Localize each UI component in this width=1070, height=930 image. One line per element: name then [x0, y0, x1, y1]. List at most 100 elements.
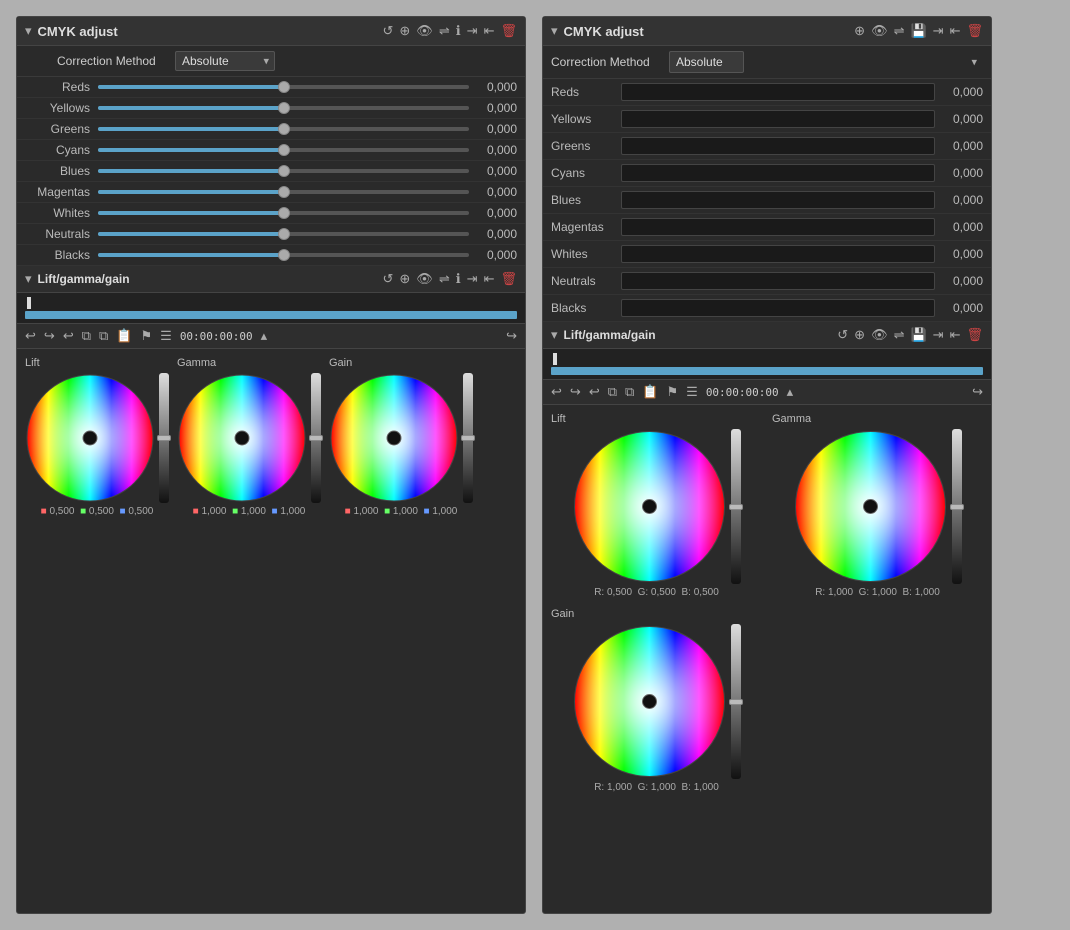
right-sliders-icon[interactable]: ⇌ — [894, 23, 905, 39]
reset-icon[interactable]: ↺ — [382, 23, 393, 39]
liftgamma-info-icon[interactable]: ℹ — [456, 271, 461, 287]
right-toolbar-bars-icon[interactable]: ☰ — [686, 384, 698, 400]
liftgamma-collapse-icon[interactable]: ▾ — [25, 271, 32, 287]
slider-label-blues: Blues — [25, 164, 90, 178]
right-gain-color-wheel[interactable] — [572, 624, 727, 779]
right-lift-color-wheel[interactable] — [572, 429, 727, 584]
right-bar-blues[interactable] — [621, 191, 935, 209]
liftgamma-eye-icon[interactable]: 👁 — [416, 271, 433, 287]
right-bar-neutrals[interactable] — [621, 272, 935, 290]
right-eye-icon[interactable]: 👁 — [871, 23, 888, 39]
right-expand2-icon[interactable]: ⇤ — [950, 23, 961, 39]
right-liftgamma-collapse-icon[interactable]: ▾ — [551, 327, 558, 343]
eye-icon[interactable]: 👁 — [416, 23, 433, 39]
right-timeline-bar[interactable] — [551, 367, 983, 375]
toolbar-flag-icon[interactable]: ⚑ — [141, 328, 153, 344]
right-liftgamma-zoom-icon[interactable]: ⊕ — [854, 327, 865, 343]
slider-track-whites[interactable] — [98, 211, 469, 215]
right-toolbar-link-icon[interactable]: ⧉ — [608, 384, 617, 400]
right-liftgamma-expand1-icon[interactable]: ⇥ — [933, 327, 944, 343]
right-liftgamma-trash-icon[interactable]: 🗑 — [966, 327, 983, 343]
toolbar-paste-icon[interactable]: 📋 — [116, 328, 132, 344]
sliders-icon[interactable]: ⇌ — [439, 23, 450, 39]
right-lift-vertical-slider[interactable] — [731, 429, 741, 584]
right-liftgamma-reset-icon[interactable]: ↺ — [837, 327, 848, 343]
toolbar-chevron-icon[interactable]: ▴ — [261, 328, 268, 344]
right-bar-reds[interactable] — [621, 83, 935, 101]
slider-track-cyans[interactable] — [98, 148, 469, 152]
toolbar-copy2-icon[interactable]: ↩ — [63, 328, 74, 344]
liftgamma-sliders-icon[interactable]: ⇌ — [439, 271, 450, 287]
gain-color-wheel[interactable] — [329, 373, 459, 503]
right-bar-cyans[interactable] — [621, 164, 935, 182]
liftgamma-zoom-icon[interactable]: ⊕ — [399, 271, 410, 287]
right-correction-method-select[interactable]: Absolute Relative — [669, 51, 744, 73]
liftgamma-expand1-icon[interactable]: ⇥ — [467, 271, 478, 287]
toolbar-undo-icon[interactable]: ↩ — [25, 328, 36, 344]
right-liftgamma-eye-icon[interactable]: 👁 — [871, 327, 888, 343]
gamma-color-wheel[interactable] — [177, 373, 307, 503]
liftgamma-reset-icon[interactable]: ↺ — [382, 271, 393, 287]
right-bar-yellows[interactable] — [621, 110, 935, 128]
right-timeline-section — [543, 349, 991, 380]
slider-track-magentas[interactable] — [98, 190, 469, 194]
right-toolbar-copy-icon[interactable]: ⧉ — [625, 384, 634, 400]
right-bar-greens[interactable] — [621, 137, 935, 155]
slider-label-whites: Whites — [25, 206, 90, 220]
right-toolbar-copy2-icon[interactable]: ↩ — [589, 384, 600, 400]
right-liftgamma-sliders-icon[interactable]: ⇌ — [894, 327, 905, 343]
slider-track-blacks[interactable] — [98, 253, 469, 257]
info-icon[interactable]: ℹ — [456, 23, 461, 39]
toolbar-bars-icon[interactable]: ☰ — [160, 328, 172, 344]
trash-icon[interactable]: 🗑 — [500, 23, 517, 39]
right-toolbar-paste-icon[interactable]: 📋 — [642, 384, 658, 400]
toolbar-link-icon[interactable]: ⧉ — [82, 328, 91, 344]
correction-method-select-wrapper[interactable]: Absolute Relative — [175, 51, 275, 71]
liftgamma-trash-icon[interactable]: 🗑 — [500, 271, 517, 287]
right-liftgamma-title: Lift/gamma/gain — [564, 328, 832, 342]
right-gamma-vertical-slider[interactable] — [952, 429, 962, 584]
right-correction-method-select-wrapper[interactable]: Absolute Relative — [669, 51, 983, 73]
right-toolbar-chevron-icon[interactable]: ▴ — [787, 384, 794, 400]
gain-vertical-slider[interactable] — [463, 373, 473, 503]
lift-vertical-slider[interactable] — [159, 373, 169, 503]
slider-label-magentas: Magentas — [25, 185, 90, 199]
expand1-icon[interactable]: ⇥ — [467, 23, 478, 39]
right-gamma-color-wheel[interactable] — [793, 429, 948, 584]
right-bar-blacks[interactable] — [621, 299, 935, 317]
liftgamma-expand2-icon[interactable]: ⇤ — [484, 271, 495, 287]
right-liftgamma-expand2-icon[interactable]: ⇤ — [950, 327, 961, 343]
right-bar-whites[interactable] — [621, 245, 935, 263]
right-trash-icon[interactable]: 🗑 — [966, 23, 983, 39]
right-zoom-icon[interactable]: ⊕ — [854, 23, 865, 39]
expand2-icon[interactable]: ⇤ — [484, 23, 495, 39]
toolbar-copy-icon[interactable]: ⧉ — [99, 328, 108, 344]
right-lift-wheel-slider — [572, 429, 741, 584]
gamma-vertical-slider[interactable] — [311, 373, 321, 503]
slider-track-blues[interactable] — [98, 169, 469, 173]
right-row-whites: Whites 0,000 — [543, 241, 991, 268]
right-toolbar-redo2-icon[interactable]: ↪ — [972, 384, 983, 400]
timeline-bar[interactable] — [25, 311, 517, 319]
slider-row-neutrals: Neutrals 0,000 — [17, 224, 525, 245]
toolbar-redo2-icon[interactable]: ↪ — [506, 328, 517, 344]
right-collapse-icon[interactable]: ▾ — [551, 23, 558, 39]
slider-track-yellows[interactable] — [98, 106, 469, 110]
right-save-icon[interactable]: 💾 — [910, 23, 926, 39]
right-expand1-icon[interactable]: ⇥ — [933, 23, 944, 39]
right-bar-magentas[interactable] — [621, 218, 935, 236]
right-liftgamma-save-icon[interactable]: 💾 — [910, 327, 926, 343]
slider-track-greens[interactable] — [98, 127, 469, 131]
slider-label-reds: Reds — [25, 80, 90, 94]
lift-color-wheel[interactable] — [25, 373, 155, 503]
correction-method-select[interactable]: Absolute Relative — [175, 51, 275, 71]
right-gain-vertical-slider[interactable] — [731, 624, 741, 779]
right-toolbar-undo-icon[interactable]: ↩ — [551, 384, 562, 400]
slider-track-neutrals[interactable] — [98, 232, 469, 236]
zoom-icon[interactable]: ⊕ — [399, 23, 410, 39]
slider-track-reds[interactable] — [98, 85, 469, 89]
toolbar-redo-icon[interactable]: ↪ — [44, 328, 55, 344]
right-toolbar-redo-icon[interactable]: ↪ — [570, 384, 581, 400]
right-toolbar-flag-icon[interactable]: ⚑ — [667, 384, 679, 400]
collapse-icon[interactable]: ▾ — [25, 23, 32, 39]
